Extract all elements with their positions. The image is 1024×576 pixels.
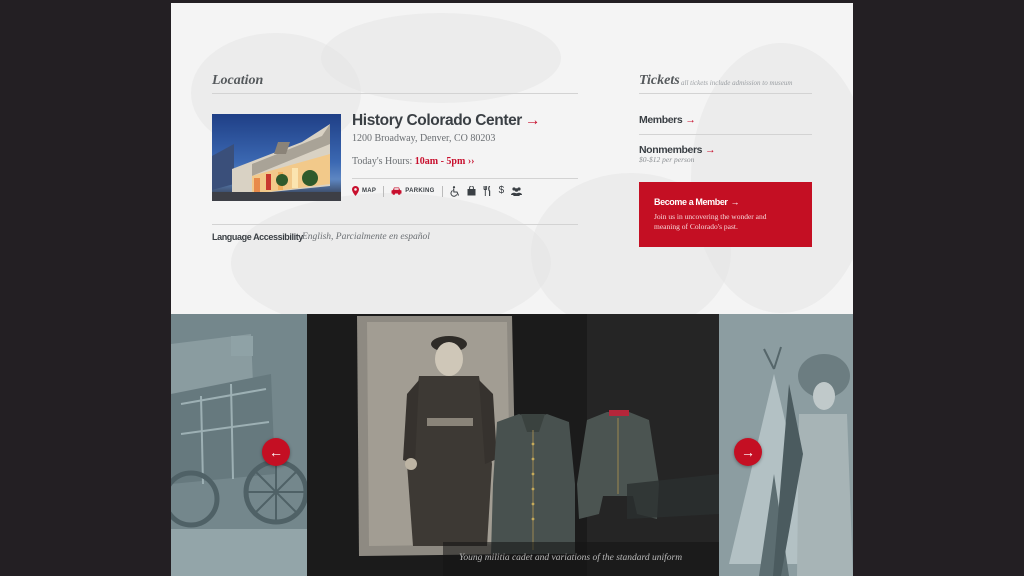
map-pin-icon [352, 186, 359, 196]
map-link[interactable]: MAP [352, 186, 376, 196]
car-icon [391, 187, 402, 195]
map-label: MAP [362, 188, 377, 194]
divider [212, 93, 578, 94]
members-label: Members [639, 114, 683, 126]
arrow-right-icon: → [685, 114, 696, 126]
venue-name: History Colorado Center [352, 112, 522, 129]
exhibit-carousel: Young militia cadet and variations of th… [171, 314, 853, 576]
background-photo-shape [231, 193, 551, 314]
members-ticket-link[interactable]: Members → [639, 114, 696, 126]
parking-label: PARKING [405, 188, 435, 194]
parking-link[interactable]: PARKING [391, 187, 434, 195]
visit-info-panel: Location History Colorado Center → 1200 B… [171, 3, 853, 314]
amenities-bar: MAP PARKING $ [352, 184, 523, 198]
slide-caption: Young militia cadet and variations of th… [459, 553, 683, 563]
carousel-prev-button[interactable]: ← [262, 438, 290, 466]
todays-hours: Today's Hours: 10am - 5pm ›› [352, 156, 474, 167]
divider [639, 93, 812, 94]
caption-bar: Young militia cadet and variations of th… [443, 542, 719, 576]
become-member-text: Join us in uncovering the wonder and mea… [654, 212, 767, 231]
divider [212, 224, 578, 225]
location-heading: Location [212, 73, 264, 88]
dollar-icon: $ [498, 185, 505, 196]
become-member-card[interactable]: Become a Member → Join us in uncovering t… [639, 182, 812, 247]
shopping-bag-icon [467, 186, 476, 196]
tickets-note: all tickets include admission to museum [681, 79, 793, 87]
group-icon [511, 186, 523, 196]
become-member-link[interactable]: Become a Member → [654, 197, 740, 207]
carousel-next-button[interactable]: → [734, 438, 762, 466]
arrow-left-icon: ← [269, 444, 283, 460]
venue-photo[interactable] [212, 114, 341, 201]
divider [383, 185, 385, 197]
venue-name-link[interactable]: History Colorado Center → [352, 112, 540, 130]
language-accessibility-value: English, Parcialmente en español [302, 232, 430, 242]
utensils-icon [483, 186, 492, 196]
language-accessibility-label: Language Accessibility [212, 232, 303, 242]
tickets-heading: Tickets [639, 73, 680, 88]
divider [352, 178, 578, 179]
hours-label: Today's Hours: [352, 156, 413, 167]
arrow-right-icon: → [705, 144, 716, 156]
current-slide: Young militia cadet and variations of th… [307, 314, 719, 576]
venue-address: 1200 Broadway, Denver, CO 80203 [352, 133, 496, 144]
arrow-right-icon: → [524, 112, 541, 129]
background-photo-shape [321, 13, 561, 103]
arrow-right-icon: → [741, 444, 755, 460]
page: Location History Colorado Center → 1200 B… [171, 3, 853, 576]
nonmembers-price: $0-$12 per person [639, 155, 695, 164]
divider [639, 134, 812, 135]
arrow-right-icon: → [730, 197, 740, 207]
hours-link[interactable]: 10am - 5pm ›› [415, 156, 475, 167]
wheelchair-icon [450, 185, 460, 197]
become-member-title: Become a Member [654, 197, 728, 207]
divider [441, 185, 443, 197]
